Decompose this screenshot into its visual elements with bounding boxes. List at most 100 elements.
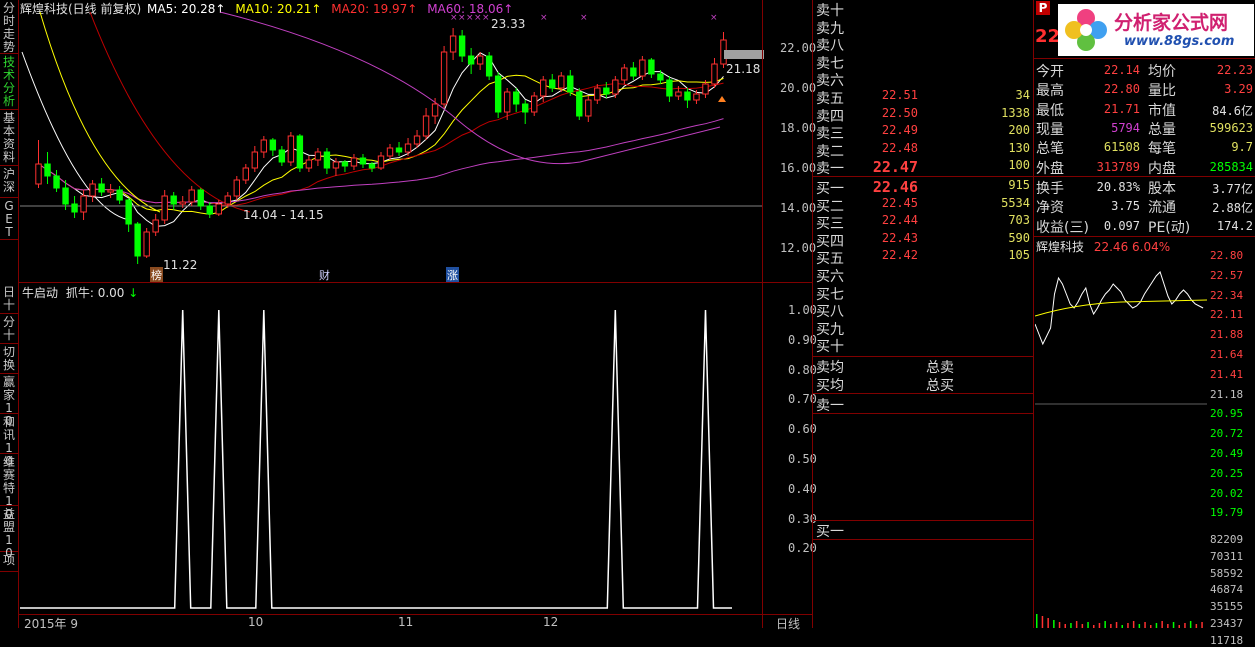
- candle: [522, 100, 529, 124]
- candle: [314, 148, 322, 166]
- mini-volume-bar: [1201, 622, 1203, 628]
- logo-box[interactable]: 分析家公式网 www.88gs.com: [1058, 4, 1254, 56]
- quote-label-8b: PE(动): [1148, 219, 1191, 236]
- marker-cai[interactable]: 财: [319, 267, 330, 283]
- left-tab-0[interactable]: 分时走势: [0, 0, 18, 54]
- mini-vol-tick: 46874: [1210, 583, 1244, 597]
- candle: [296, 134, 304, 172]
- intraday-mini-chart[interactable]: [1035, 256, 1207, 628]
- queue-buy-top-line: [812, 520, 1033, 521]
- p-badge[interactable]: P: [1036, 1, 1050, 15]
- x-label-oct: 10: [248, 615, 264, 629]
- candle: [35, 140, 42, 188]
- quote-value-5a: 313789: [1096, 159, 1140, 174]
- left-tab-7[interactable]: 切换: [0, 344, 18, 374]
- left-tab-11[interactable]: 益盟10: [0, 506, 18, 560]
- quote-bottom-line: [1033, 236, 1255, 237]
- top-x-marker: ×: [482, 13, 490, 23]
- candle: [188, 186, 195, 206]
- ob-bids-price-0: 22.46: [872, 178, 918, 196]
- quote-value-3b: 599623: [1209, 120, 1253, 135]
- ob-asks-vol-5: 34: [1015, 88, 1030, 102]
- quote-divider: [1033, 0, 1034, 628]
- ob-asks-price-5: 22.51: [881, 88, 918, 102]
- mini-price-tick: 19.79: [1210, 506, 1244, 520]
- quote-label-5b: 内盘: [1148, 160, 1176, 177]
- marker-zhang[interactable]: 涨: [446, 267, 459, 283]
- high-annotation: 23.33: [491, 17, 526, 31]
- candle: [323, 148, 331, 174]
- left-tab-4[interactable]: GET: [0, 198, 18, 240]
- ob-bids-vol-1: 5534: [1001, 195, 1030, 210]
- x-label-nov: 11: [398, 615, 414, 629]
- quote-value-3a: 5794: [1111, 120, 1140, 135]
- candle: [98, 178, 105, 196]
- left-tab-12[interactable]: 项: [0, 552, 18, 572]
- mini-price-tick: 20.72: [1210, 427, 1244, 441]
- left-tab-3[interactable]: 沪深: [0, 166, 18, 198]
- candle: [161, 190, 168, 224]
- avg-sell-label: 卖均: [816, 360, 844, 376]
- quote-value-1b: 3.29: [1224, 82, 1253, 97]
- indicator-chart[interactable]: [20, 296, 762, 614]
- top-x-marker: ×: [710, 13, 718, 23]
- mini-price-tick: 21.64: [1210, 348, 1244, 361]
- mini-price-change: 22.46 6.04%: [1093, 240, 1171, 254]
- left-tab-5[interactable]: 日十: [0, 284, 18, 314]
- candle: [684, 88, 691, 108]
- range-annotation: 14.04 - 14.15: [243, 208, 324, 222]
- mini-volume-bar: [1195, 624, 1198, 628]
- left-tab-6[interactable]: 分十: [0, 314, 18, 344]
- logo-url: www.88gs.com: [1124, 34, 1235, 49]
- candle: [494, 72, 502, 118]
- candle: [71, 196, 78, 218]
- quote-value-6b: 3.77亿: [1212, 182, 1253, 196]
- candle: [549, 74, 556, 92]
- top-x-marker: ×: [540, 13, 548, 23]
- candle: [269, 138, 277, 156]
- left-tab-9[interactable]: 和讯10: [0, 414, 18, 468]
- candle: [440, 46, 448, 108]
- left-tab-1[interactable]: 技术分析: [0, 54, 18, 110]
- quote-value-7a: 3.75: [1111, 199, 1140, 214]
- ob-bids-vol-2: 703: [1008, 213, 1030, 228]
- candle: [89, 180, 96, 202]
- marker-bang[interactable]: 榜: [150, 267, 163, 283]
- left-tab-10[interactable]: 维赛特10: [0, 454, 18, 521]
- quote-value-6a: 20.83%: [1096, 180, 1140, 194]
- top-x-marker: ×: [580, 13, 588, 23]
- mini-volume-bar: [1115, 622, 1118, 628]
- axis-divider: [762, 0, 763, 628]
- candle: [134, 222, 141, 264]
- signal-arrow-icon: [718, 96, 726, 102]
- candle: [359, 154, 367, 168]
- quote-label-2b: 市值: [1148, 102, 1176, 119]
- quote-label-3a: 现量: [1036, 121, 1064, 138]
- top-x-marker: ×: [458, 13, 466, 23]
- quote-value-1a: 22.80: [1103, 82, 1140, 97]
- last-price-label: 21.18: [726, 62, 761, 76]
- candle: [53, 170, 60, 192]
- ma10-line: [38, 74, 724, 215]
- left-tab-2[interactable]: 基本资料: [0, 110, 18, 166]
- candle: [458, 30, 466, 62]
- left-tab-8[interactable]: 赢家10: [0, 374, 18, 428]
- candle: [143, 228, 150, 258]
- ob-asks-price-7: 22.49: [881, 123, 918, 138]
- price-y-tick: 12.00: [780, 241, 817, 255]
- mini-volume-bar: [1172, 622, 1175, 628]
- candlestick-chart[interactable]: × × × × × × × ×: [20, 12, 762, 282]
- price-y-tick: 18.00: [780, 121, 817, 135]
- queue-buy-label: 买一: [816, 524, 844, 540]
- x-label-sep: 2015年 9: [24, 617, 78, 631]
- mini-volume-bar: [1144, 622, 1146, 628]
- orderbook-mid-line: [812, 176, 1033, 177]
- period-button[interactable]: 日线: [776, 615, 800, 632]
- candle: [711, 58, 718, 88]
- x-label-dec: 12: [543, 615, 559, 629]
- mini-volume-bar: [1155, 623, 1158, 628]
- mini-volume-bar: [1104, 621, 1106, 628]
- ob-bids-vol-3: 590: [1008, 230, 1030, 245]
- mini-price-line: [1035, 271, 1204, 346]
- top-x-marker: ×: [466, 13, 474, 23]
